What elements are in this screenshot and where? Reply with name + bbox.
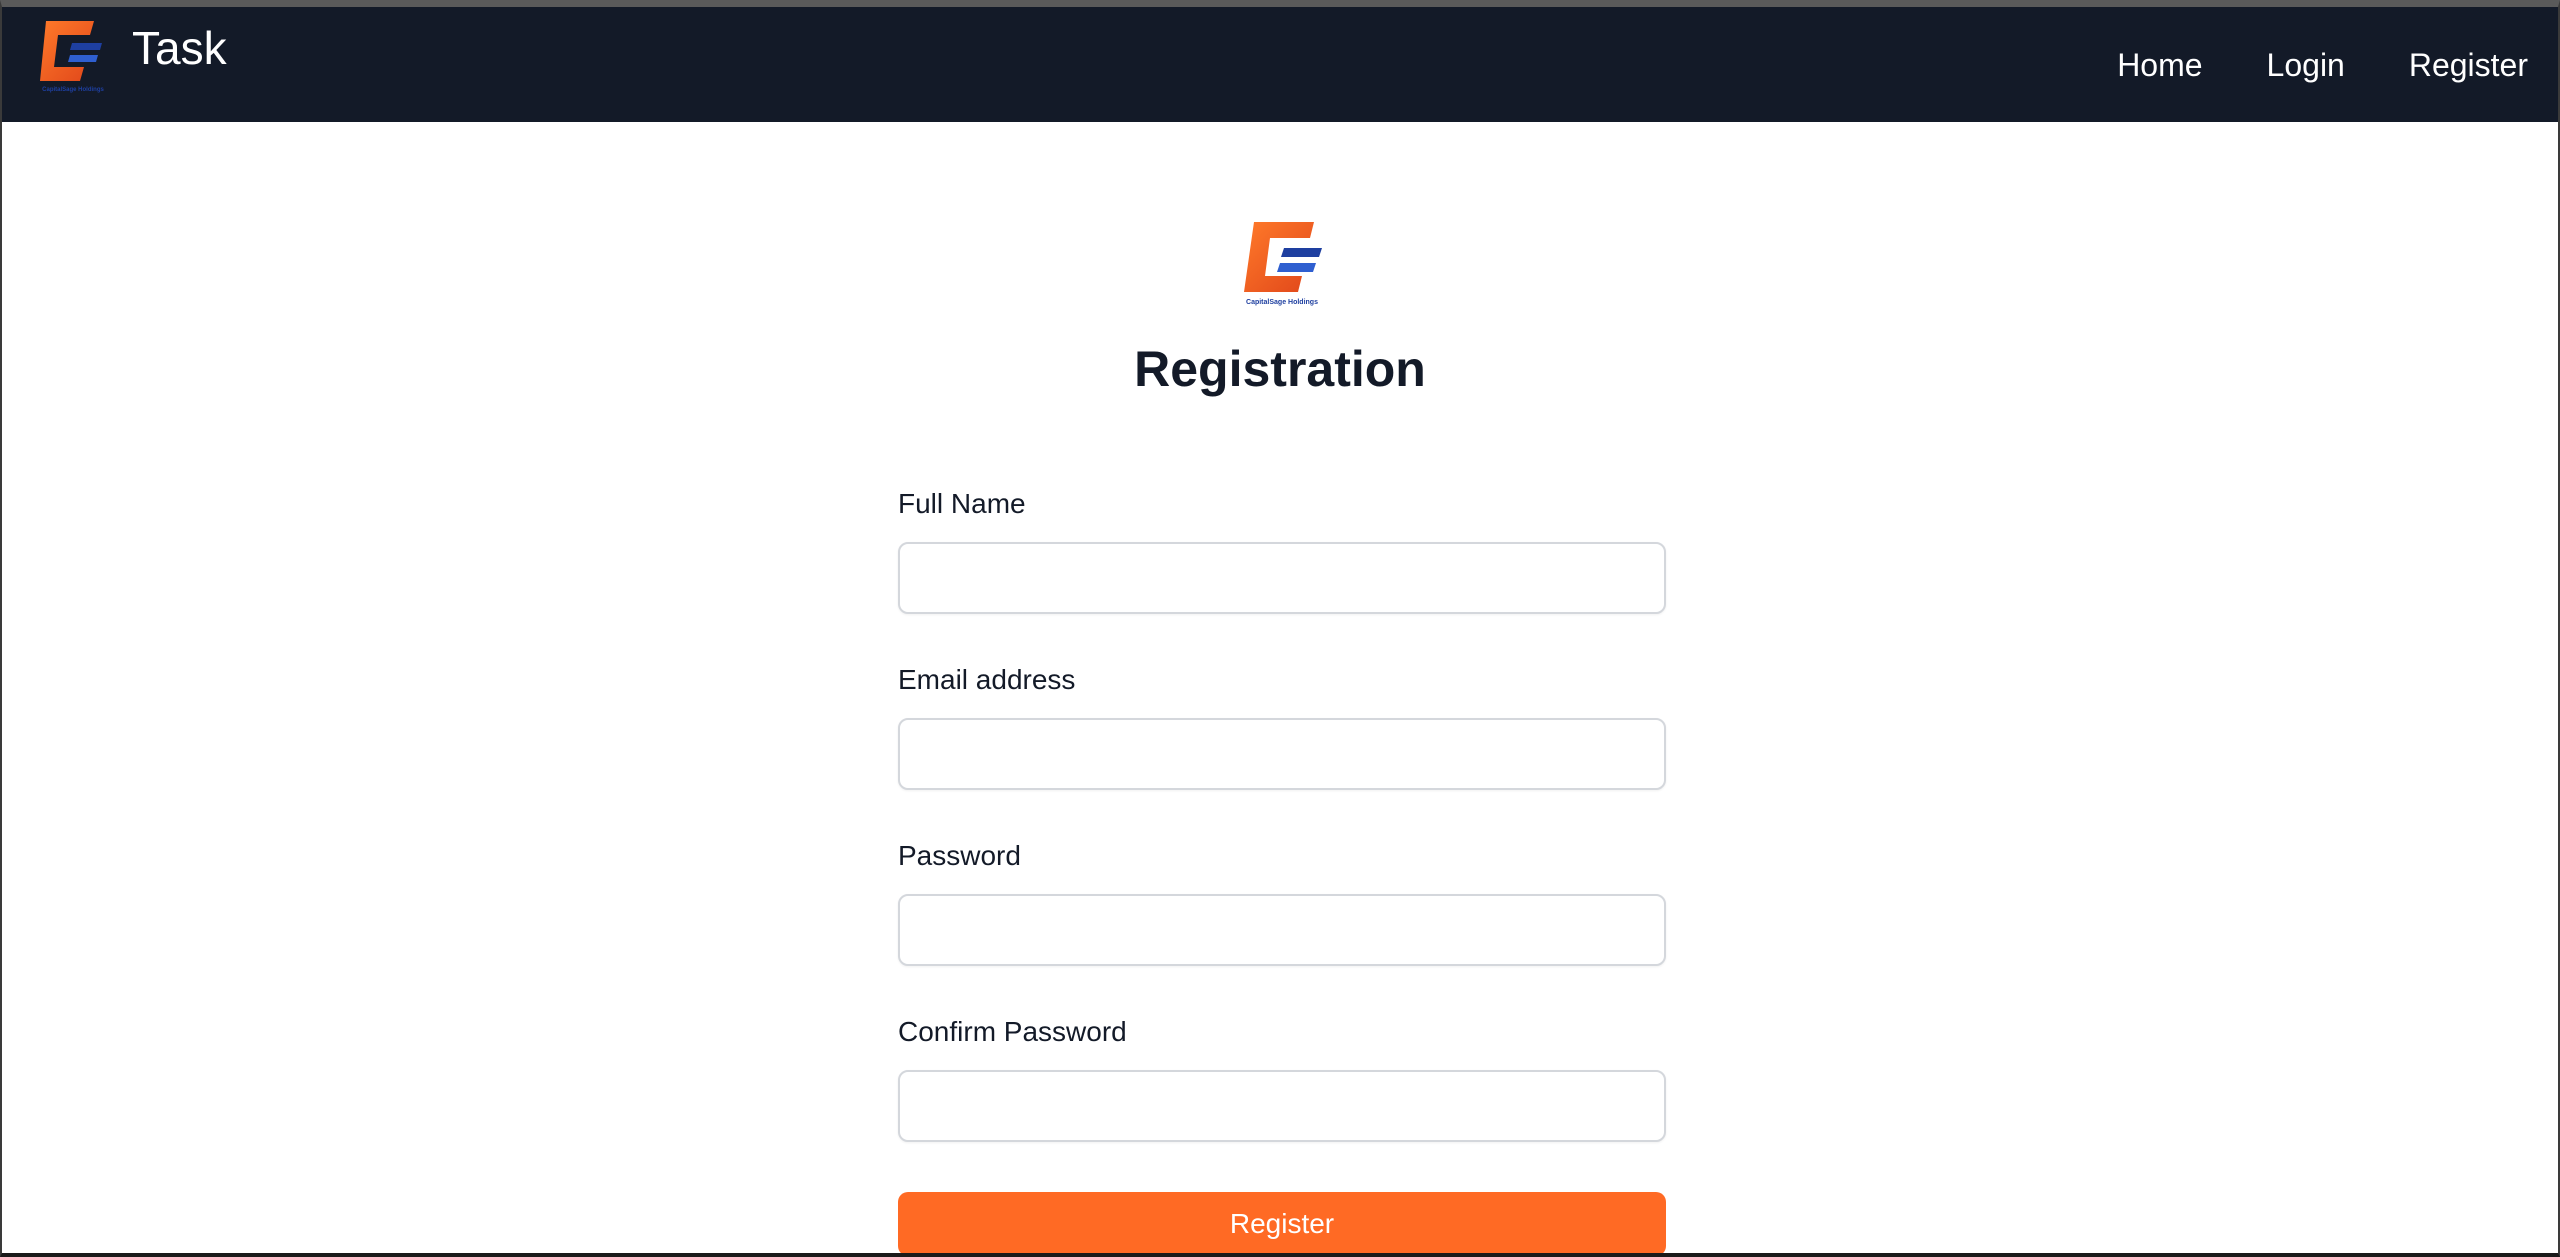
nav-link-home[interactable]: Home bbox=[2117, 47, 2202, 84]
password-input[interactable] bbox=[898, 894, 1666, 966]
hero-logo-caption: CapitalSage Holdings bbox=[1246, 299, 1318, 306]
top-navbar: CapitalSage Holdings Task Home Login Reg… bbox=[2, 7, 2558, 122]
full-name-label: Full Name bbox=[898, 488, 1026, 519]
confirm-password-field-group: Confirm Password bbox=[898, 1012, 1666, 1150]
svg-text:CapitalSage Holdings: CapitalSage Holdings bbox=[42, 87, 104, 93]
password-field-group: Password bbox=[898, 836, 1666, 974]
email-field-group: Email address bbox=[898, 660, 1666, 798]
email-input[interactable] bbox=[898, 718, 1666, 790]
brand-title: Task bbox=[132, 22, 227, 74]
full-name-field-group: Full Name bbox=[898, 484, 1666, 622]
capitalsage-hero-logo-icon: CapitalSage Holdings bbox=[1230, 220, 1334, 306]
full-name-input[interactable] bbox=[898, 542, 1666, 614]
nav-links: Home Login Register bbox=[2117, 47, 2528, 84]
registration-form: Full Name Email address Password Confirm… bbox=[898, 484, 1666, 1253]
navbar-brand[interactable]: CapitalSage Holdings Task bbox=[32, 15, 227, 93]
confirm-password-input[interactable] bbox=[898, 1070, 1666, 1142]
nav-link-register[interactable]: Register bbox=[2409, 47, 2528, 84]
browser-window: CapitalSage Holdings Task Home Login Reg… bbox=[0, 0, 2560, 1257]
confirm-password-label: Confirm Password bbox=[898, 1016, 1127, 1047]
page-title: Registration bbox=[1134, 341, 1426, 397]
capitalsage-logo-icon: CapitalSage Holdings bbox=[32, 15, 114, 93]
register-submit-button[interactable]: Register bbox=[898, 1192, 1666, 1253]
password-label: Password bbox=[898, 840, 1021, 871]
nav-link-login[interactable]: Login bbox=[2267, 47, 2345, 84]
email-label: Email address bbox=[898, 664, 1076, 695]
